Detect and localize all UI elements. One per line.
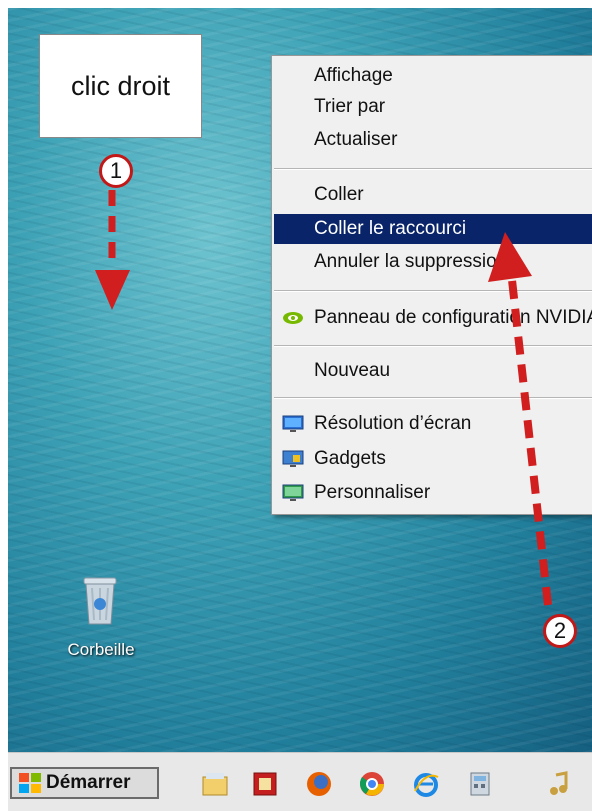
step-badge-1: 1 xyxy=(99,154,133,188)
menu-separator xyxy=(274,290,592,292)
menu-item-nouveau[interactable]: Nouveau xyxy=(274,356,592,386)
file-explorer-icon[interactable] xyxy=(200,769,230,799)
menu-item-label: Panneau de configuration NVIDIA xyxy=(314,307,592,328)
menu-item-nvidia-panel[interactable]: Panneau de configuration NVIDIA xyxy=(274,303,592,333)
menu-item-label: Actualiser xyxy=(314,129,398,150)
menu-item-label: Résolution d’écran xyxy=(314,413,472,434)
menu-item-label: Nouveau xyxy=(314,360,391,381)
menu-item-label: Gadgets xyxy=(314,448,386,469)
menu-item-actualiser[interactable]: Actualiser xyxy=(274,125,592,155)
menu-item-annuler-la-suppression[interactable]: Annuler la suppression xyxy=(274,247,592,277)
taskbar: Démarrer xyxy=(8,752,592,811)
menu-separator xyxy=(274,345,592,347)
display-resolution-icon xyxy=(282,414,304,434)
nvidia-icon xyxy=(282,308,304,328)
start-button[interactable]: Démarrer xyxy=(10,767,159,799)
recycle-bin-icon[interactable] xyxy=(80,574,120,626)
menu-item-resolution-ecran[interactable]: Résolution d’écran xyxy=(274,409,592,439)
menu-item-label: Annuler la suppression xyxy=(314,251,508,272)
callout-text: clic droit xyxy=(70,70,171,101)
menu-item-coller-le-raccourci[interactable]: Coller le raccourci xyxy=(274,214,592,244)
menu-item-affichage[interactable]: Affichage xyxy=(274,61,592,91)
flash-app-icon[interactable] xyxy=(250,769,280,799)
menu-item-label: Affichage xyxy=(314,65,393,86)
personalize-icon xyxy=(282,483,304,503)
step-number: 1 xyxy=(109,158,123,183)
menu-item-coller[interactable]: Coller xyxy=(274,180,592,210)
menu-separator xyxy=(274,397,592,399)
calculator-icon[interactable] xyxy=(465,769,495,799)
internet-explorer-icon[interactable] xyxy=(411,769,441,799)
screenshot-frame: clic droit Affichage Trier par Actualise… xyxy=(0,0,592,811)
desktop-context-menu: Affichage Trier par Actualiser Coller Co… xyxy=(271,55,592,515)
menu-item-personnaliser[interactable]: Personnaliser xyxy=(274,478,592,508)
menu-item-gadgets[interactable]: Gadgets xyxy=(274,444,592,474)
step-number: 2 xyxy=(553,618,567,643)
recycle-bin-label[interactable]: Corbeille xyxy=(56,640,146,660)
windows-logo-icon xyxy=(18,772,42,794)
menu-item-trier-par[interactable]: Trier par xyxy=(274,92,592,122)
menu-item-label: Personnaliser xyxy=(314,482,431,503)
start-label: Démarrer xyxy=(46,772,131,793)
menu-item-label: Coller le raccourci xyxy=(314,218,467,239)
firefox-icon[interactable] xyxy=(304,769,334,799)
media-player-icon[interactable] xyxy=(544,769,574,799)
step-badge-2: 2 xyxy=(543,614,577,648)
annotation-callout: clic droit xyxy=(39,34,202,138)
menu-separator xyxy=(274,168,592,170)
menu-item-label: Coller xyxy=(314,184,364,205)
menu-item-label: Trier par xyxy=(314,96,386,117)
gadgets-icon xyxy=(282,449,304,469)
chrome-icon[interactable] xyxy=(357,769,387,799)
